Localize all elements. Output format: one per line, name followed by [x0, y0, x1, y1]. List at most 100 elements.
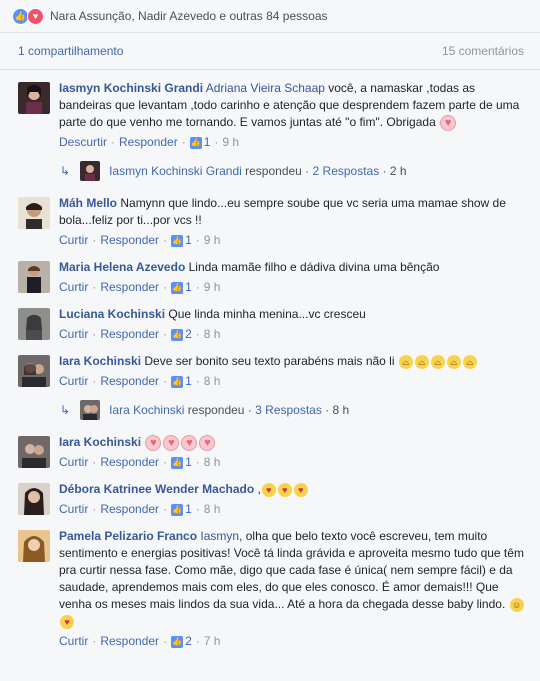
comment: Iara Kochinski ♥ ♥ ♥ ♥ Curtir · Responder · 👍…: [0, 428, 540, 475]
comment-list: Iasmyn Kochinski Grandi Adriana Vieira S…: [0, 70, 540, 654]
comment-time[interactable]: 8 h: [204, 373, 221, 390]
like-button[interactable]: Curtir: [59, 633, 88, 650]
heart-eyes-emoji-icon: ♥: [277, 482, 292, 497]
like-count[interactable]: 1: [185, 501, 192, 518]
reply-button[interactable]: Responder: [119, 134, 178, 151]
comment-time[interactable]: 8 h: [204, 454, 221, 471]
comment-time[interactable]: 9 h: [222, 134, 239, 151]
reply-button[interactable]: Responder: [100, 232, 159, 249]
comment: Iara Kochinski Deve ser bonito seu texto…: [0, 347, 540, 394]
comment: Luciana Kochinski Que linda minha menina…: [0, 300, 540, 347]
like-count[interactable]: 2: [185, 326, 192, 343]
laughing-emoji-icon: ⌓: [446, 354, 461, 369]
like-count[interactable]: 1: [204, 134, 211, 151]
like-button[interactable]: Curtir: [59, 454, 88, 471]
avatar[interactable]: [18, 355, 50, 387]
comment-author[interactable]: Máh Mello: [59, 196, 117, 210]
comment-time[interactable]: 7 h: [204, 633, 221, 650]
comment-meta: Curtir · Responder · 👍 1 · 8 h: [59, 501, 221, 518]
love-reaction-icon: ♥: [27, 7, 44, 25]
avatar[interactable]: [18, 436, 50, 468]
comment-text: ,: [254, 482, 261, 496]
like-count-icon: 👍: [171, 328, 184, 341]
comment-text: Que linda minha menina...vc cresceu: [165, 307, 366, 321]
reply-author[interactable]: Iara Kochinski: [109, 403, 184, 417]
avatar[interactable]: [18, 261, 50, 293]
comment-author[interactable]: Iara Kochinski: [59, 354, 141, 368]
like-count-icon: 👍: [171, 375, 184, 388]
heart-emoji-icon: ♥: [181, 434, 198, 451]
comment-mention[interactable]: Iasmyn: [200, 529, 239, 543]
comment-meta: Curtir · Responder · 👍 2 · 7 h: [59, 633, 221, 650]
reply-time: · 2 h: [379, 164, 407, 178]
avatar[interactable]: [18, 483, 50, 515]
replies-link[interactable]: 2 Respostas: [313, 164, 380, 178]
comment-time[interactable]: 8 h: [204, 326, 221, 343]
like-count[interactable]: 1: [185, 373, 192, 390]
avatar[interactable]: [18, 308, 50, 340]
reactions-bar[interactable]: 👍 ♥ Nara Assunção, Nadir Azevedo e outra…: [0, 0, 540, 33]
like-count-icon: 👍: [171, 234, 184, 247]
like-button[interactable]: Curtir: [59, 501, 88, 518]
replies-link[interactable]: 3 Respostas: [255, 403, 322, 417]
comment-meta: Curtir · Responder · 👍 1 · 9 h: [59, 279, 221, 296]
comment-meta: Curtir · Responder · 👍 1 · 8 h: [59, 454, 221, 471]
comment-author[interactable]: Pamela Pelizario Franco: [59, 529, 197, 543]
comment: Iasmyn Kochinski Grandi Adriana Vieira S…: [0, 74, 540, 155]
comment-author[interactable]: Iara Kochinski: [59, 435, 141, 449]
like-button[interactable]: Curtir: [59, 326, 88, 343]
comment-author[interactable]: Débora Katrinee Wender Machado: [59, 482, 254, 496]
heart-emoji-icon: ♥: [163, 434, 180, 451]
like-count-icon: 👍: [189, 136, 202, 149]
like-count[interactable]: 1: [185, 279, 192, 296]
like-button[interactable]: Curtir: [59, 373, 88, 390]
comment-mention[interactable]: Adriana Vieira Schaap: [206, 81, 325, 95]
comment-time[interactable]: 9 h: [204, 279, 221, 296]
avatar: [80, 400, 101, 420]
like-count[interactable]: 1: [185, 454, 192, 471]
reply-button[interactable]: Responder: [100, 501, 159, 518]
unlike-button[interactable]: Descurtir: [59, 134, 107, 151]
like-count[interactable]: 1: [185, 232, 192, 249]
like-count[interactable]: 2: [185, 633, 192, 650]
reply-verb: respondeu ·: [241, 164, 313, 178]
reply-button[interactable]: Responder: [100, 633, 159, 650]
like-button[interactable]: Curtir: [59, 232, 88, 249]
like-button[interactable]: Curtir: [59, 279, 88, 296]
comment: Débora Katrinee Wender Machado , ♥ ♥ ♥ Curt…: [0, 475, 540, 522]
avatar[interactable]: [18, 197, 50, 229]
like-count-icon: 👍: [171, 503, 184, 516]
laughing-emoji-icon: ⌓: [414, 354, 429, 369]
comment-text: Linda mamãe filho e dádiva divina uma bê…: [185, 260, 440, 274]
reply-button[interactable]: Responder: [100, 326, 159, 343]
like-count-icon: 👍: [171, 456, 184, 469]
comments-count[interactable]: 15 comentários: [442, 44, 524, 58]
reply-author[interactable]: Iasmyn Kochinski Grandi: [109, 164, 242, 178]
comment-time[interactable]: 9 h: [204, 232, 221, 249]
comment-author[interactable]: Maria Helena Azevedo: [59, 260, 185, 274]
comment: Máh Mello Namynn que lindo...eu sempre s…: [0, 189, 540, 253]
heart-eyes-emoji-icon: ♥: [293, 482, 308, 497]
reply-button[interactable]: Responder: [100, 373, 159, 390]
comment: Maria Helena Azevedo Linda mamãe filho e…: [0, 253, 540, 300]
reply-summary[interactable]: ↳ Iara Kochinski respondeu · 3 Respostas…: [0, 394, 540, 428]
comment-author[interactable]: Iasmyn Kochinski Grandi: [59, 81, 203, 95]
shares-link[interactable]: 1 compartilhamento: [18, 44, 123, 58]
reply-arrow-icon: ↳: [60, 403, 71, 417]
reactors-text[interactable]: Nara Assunção, Nadir Azevedo e outras 84…: [50, 9, 328, 23]
reply-button[interactable]: Responder: [100, 454, 159, 471]
reply-time: · 8 h: [321, 403, 350, 417]
comment-meta: Curtir · Responder · 👍 1 · 9 h: [59, 232, 221, 249]
comment-author[interactable]: Luciana Kochinski: [59, 307, 165, 321]
avatar[interactable]: [18, 530, 50, 562]
heart-eyes-emoji-icon: ♥: [261, 482, 276, 497]
avatar[interactable]: [18, 82, 50, 114]
reply-summary[interactable]: ↳ Iasmyn Kochinski Grandi respondeu · 2 …: [0, 155, 540, 189]
smile-emoji-icon: ☺: [509, 597, 524, 612]
reply-button[interactable]: Responder: [100, 279, 159, 296]
post-stats: 1 compartilhamento 15 comentários: [0, 33, 540, 70]
comment-time[interactable]: 8 h: [204, 501, 221, 518]
heart-emoji-icon: ♥: [199, 434, 216, 451]
avatar: [80, 161, 101, 181]
comment-meta: Descurtir · Responder · 👍 1 · 9 h: [59, 134, 240, 151]
